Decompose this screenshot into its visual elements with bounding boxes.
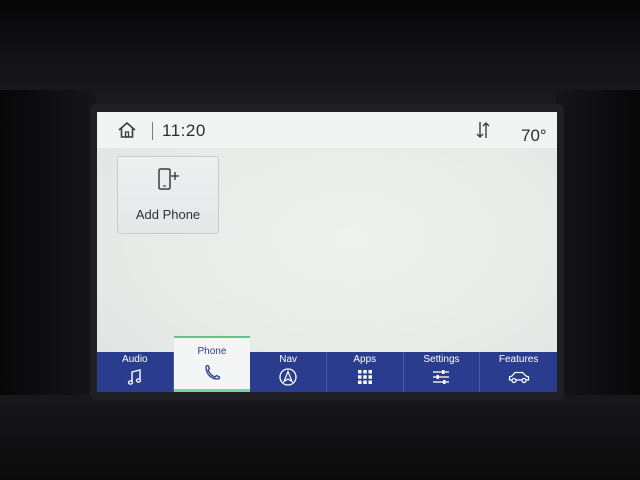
tab-label: Phone	[197, 346, 227, 357]
apps-grid-icon	[357, 370, 372, 384]
bezel-top	[0, 0, 640, 110]
bezel-right	[556, 90, 640, 410]
home-icon[interactable]	[117, 120, 137, 140]
bottom-nav-bar: Audio Phone Nav Apps Settings Features	[97, 336, 557, 392]
tab-label: Nav	[279, 354, 298, 365]
sliders-icon	[433, 370, 450, 384]
infotainment-screen: 11:20 70° Add Phone Audio Phone Nav Apps…	[97, 112, 557, 392]
tab-audio[interactable]: Audio	[97, 352, 174, 392]
add-phone-button[interactable]: Add Phone	[117, 156, 219, 234]
add-phone-label: Add Phone	[135, 207, 201, 222]
tab-nav[interactable]: Nav	[250, 352, 327, 392]
tab-label: Features	[498, 354, 539, 365]
bezel-left	[0, 90, 96, 410]
phone-handset-icon	[205, 364, 221, 380]
tab-label: Apps	[353, 354, 377, 365]
music-note-icon	[127, 369, 141, 385]
tab-phone[interactable]: Phone	[173, 336, 251, 392]
outside-temperature: 70°	[521, 126, 547, 145]
data-transfer-icon	[476, 122, 490, 138]
tab-settings[interactable]: Settings	[404, 352, 481, 392]
car-icon	[508, 371, 529, 384]
status-divider	[152, 122, 153, 140]
add-phone-icon	[158, 168, 179, 190]
status-bar: 11:20 70°	[97, 112, 557, 148]
tab-apps[interactable]: Apps	[327, 352, 404, 392]
tab-label: Settings	[423, 354, 460, 365]
navigation-arrow-icon	[279, 368, 297, 386]
bezel-bottom	[0, 395, 640, 480]
tab-label: Audio	[122, 354, 148, 365]
tab-features[interactable]: Features	[480, 352, 557, 392]
clock: 11:20	[162, 121, 206, 140]
active-tab-indicator	[173, 389, 251, 392]
